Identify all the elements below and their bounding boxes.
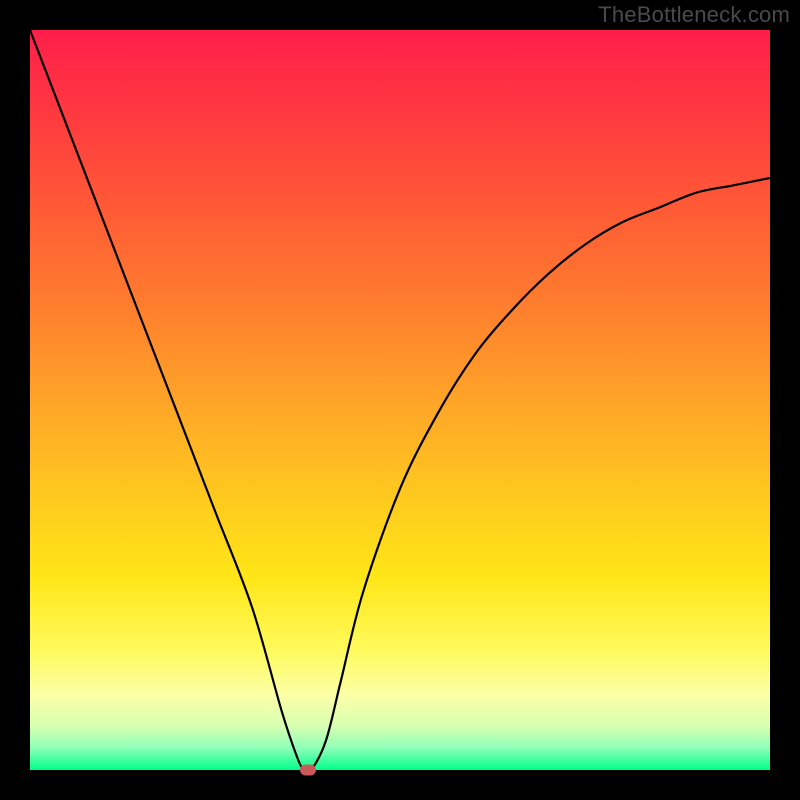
watermark-text: TheBottleneck.com — [598, 2, 790, 28]
plot-area — [30, 30, 770, 770]
curve-svg — [30, 30, 770, 770]
optimum-marker — [300, 765, 316, 776]
curve-path — [30, 30, 770, 770]
chart-frame: TheBottleneck.com — [0, 0, 800, 800]
